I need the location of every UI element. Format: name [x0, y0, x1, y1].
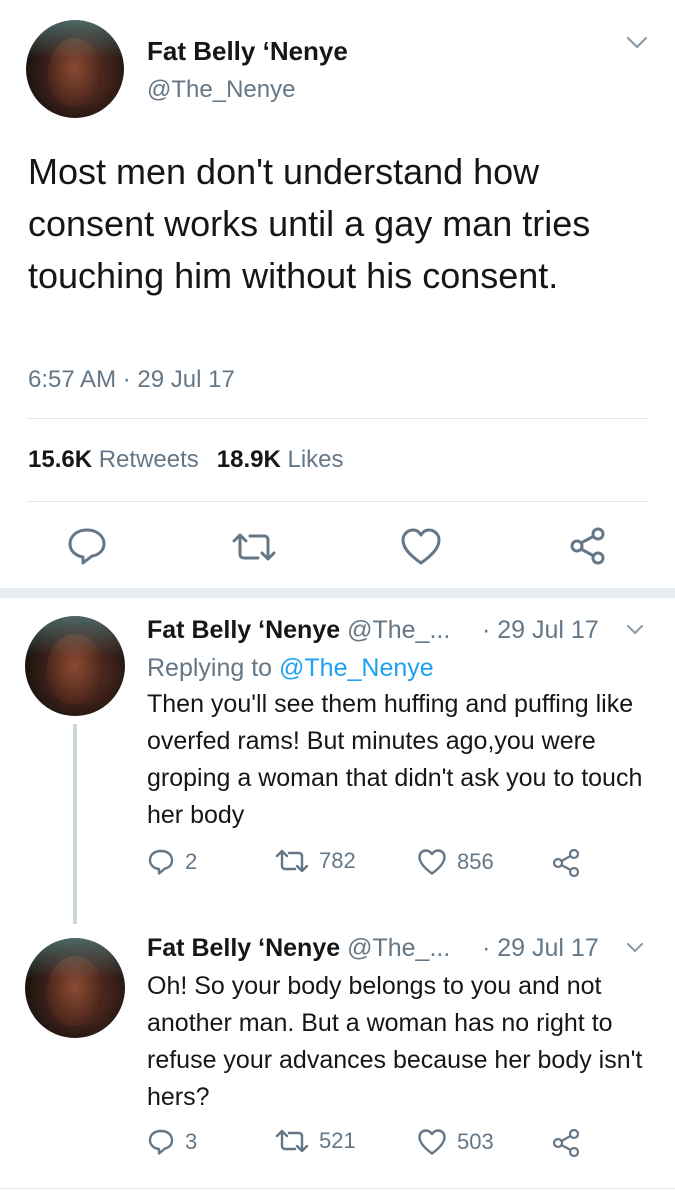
divider [26, 418, 648, 419]
reply-icon[interactable] [66, 526, 108, 566]
chevron-down-icon[interactable] [626, 624, 644, 636]
reply-actions: 3 521 503 [147, 1128, 627, 1164]
like-action[interactable]: 503 [417, 1128, 494, 1156]
author-name[interactable]: Fat Belly ‘Nenye [147, 36, 348, 67]
reply-date[interactable]: · 29 Jul 17 [482, 616, 599, 645]
share-icon [552, 1128, 580, 1158]
reply-icon [148, 849, 174, 875]
author-handle: @The_... [347, 934, 451, 962]
chevron-down-icon[interactable] [626, 942, 644, 954]
tweet-stats: 15.6K Retweets 18.9K Likes [28, 446, 344, 474]
like-icon [418, 1129, 446, 1155]
tweet-text: Most men don't understand how consent wo… [28, 151, 591, 296]
retweet-icon [275, 1129, 309, 1153]
likes-stat[interactable]: 18.9K Likes [217, 446, 344, 473]
retweet-count: 521 [319, 1128, 356, 1153]
retweets-stat[interactable]: 15.6K Retweets [28, 446, 199, 473]
retweet-icon [275, 849, 309, 873]
section-separator [0, 588, 675, 598]
like-icon[interactable] [400, 528, 442, 566]
share-action[interactable] [551, 1128, 581, 1158]
reply-header[interactable]: Fat Belly ‘Nenye @The_... [147, 616, 450, 645]
author-name: Fat Belly ‘Nenye [147, 616, 341, 644]
author-avatar[interactable] [25, 616, 125, 716]
reply-count: 3 [185, 1129, 198, 1154]
share-icon [552, 848, 580, 878]
reply-action[interactable]: 3 [147, 1128, 197, 1156]
like-count: 503 [457, 1129, 494, 1154]
reply-count: 2 [185, 849, 198, 874]
replying-to: Replying to @The_Nenye [147, 654, 434, 682]
reply-action[interactable]: 2 [147, 848, 197, 876]
reply-tweet[interactable]: Fat Belly ‘Nenye @The_... · 29 Jul 17 Re… [0, 598, 675, 924]
reply-text: Then you'll see them huffing and puffing… [147, 690, 643, 829]
reply-tweet[interactable]: Fat Belly ‘Nenye @The_... · 29 Jul 17 Oh… [0, 918, 675, 1188]
main-tweet: Fat Belly ‘Nenye @The_Nenye Most men don… [0, 0, 675, 590]
replying-to-link[interactable]: @The_Nenye [279, 654, 434, 682]
author-name: Fat Belly ‘Nenye [147, 934, 341, 962]
author-avatar[interactable] [26, 20, 124, 118]
divider [26, 501, 648, 502]
like-action[interactable]: 856 [417, 848, 494, 876]
retweet-action[interactable]: 521 [275, 1128, 356, 1154]
reply-actions: 2 782 856 [147, 848, 627, 884]
author-handle[interactable]: @The_Nenye [147, 76, 295, 104]
share-action[interactable] [551, 848, 581, 878]
reply-header[interactable]: Fat Belly ‘Nenye @The_... [147, 934, 450, 963]
retweet-icon[interactable] [231, 532, 277, 562]
retweet-action[interactable]: 782 [275, 848, 356, 874]
tweet-timestamp[interactable]: 6:57 AM · 29 Jul 17 [28, 366, 235, 394]
reply-icon [148, 1129, 174, 1155]
reply-text: Oh! So your body belongs to you and not … [147, 972, 643, 1111]
chevron-down-icon[interactable] [626, 36, 648, 50]
share-icon[interactable] [568, 526, 608, 566]
author-avatar[interactable] [25, 938, 125, 1038]
like-icon [418, 849, 446, 875]
thread-line [73, 724, 77, 924]
divider [0, 1188, 675, 1189]
like-count: 856 [457, 849, 494, 874]
author-handle: @The_... [347, 616, 451, 644]
retweet-count: 782 [319, 848, 356, 873]
reply-date[interactable]: · 29 Jul 17 [482, 934, 599, 963]
